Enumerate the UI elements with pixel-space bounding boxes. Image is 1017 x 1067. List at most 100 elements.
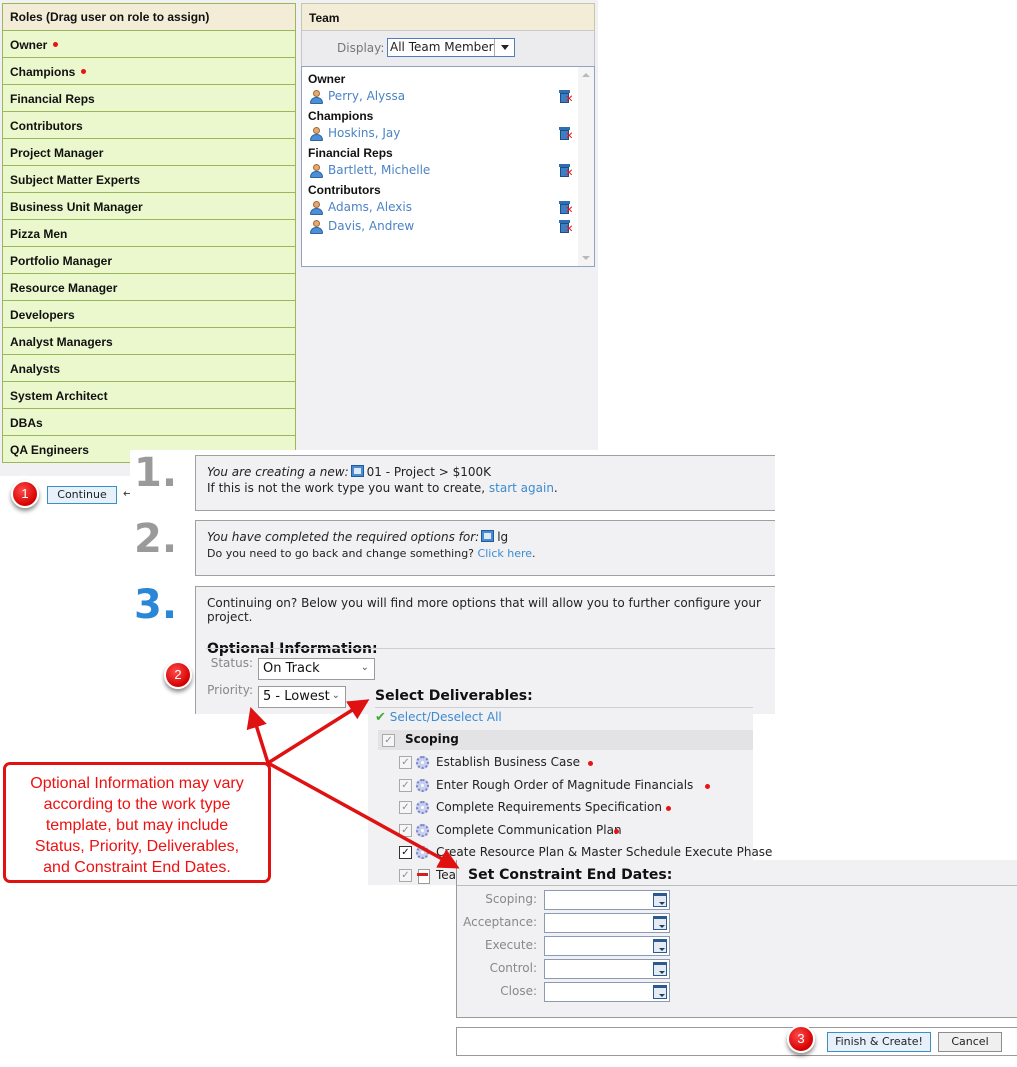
role-label: Pizza Men (10, 227, 68, 241)
divider (375, 707, 753, 708)
role-item[interactable]: Resource Manager (3, 274, 295, 301)
scroll-up-icon[interactable] (582, 73, 590, 77)
deliverable-item: ✓ Complete Requirements Specification (368, 798, 753, 820)
role-label: Analyst Managers (10, 335, 113, 349)
role-assignment-panel: Roles (Drag user on role to assign) Owne… (0, 0, 598, 476)
role-item[interactable]: DBAs (3, 409, 295, 436)
role-item[interactable]: Owner (3, 31, 295, 58)
calendar-icon[interactable] (653, 893, 667, 907)
role-label: Portfolio Manager (10, 254, 113, 268)
team-group-label: Owner (308, 72, 346, 86)
scrollbar[interactable] (578, 67, 594, 266)
optional-info-heading: Optional Information: (207, 641, 378, 657)
status-select[interactable]: On Track ⌄ (258, 658, 375, 680)
role-item[interactable]: Contributors (3, 112, 295, 139)
remove-member-icon[interactable]: ✕ (558, 89, 573, 105)
deliverable-checkbox[interactable]: ✓ (399, 756, 412, 769)
team-member-name[interactable]: Davis, Andrew (328, 219, 414, 233)
date-input[interactable] (544, 982, 670, 1002)
date-field-label: Close: (500, 984, 537, 998)
date-input[interactable] (544, 890, 670, 910)
date-input[interactable] (544, 913, 670, 933)
calendar-icon[interactable] (653, 939, 667, 953)
status-select-value: On Track (263, 661, 320, 676)
display-label: Display: (337, 41, 385, 55)
role-item[interactable]: System Architect (3, 382, 295, 409)
select-all-link[interactable]: ✔ Select/Deselect All (375, 710, 502, 725)
arrow-to-priority (246, 706, 270, 764)
role-label: Analysts (10, 362, 61, 376)
role-item[interactable]: Business Unit Manager (3, 193, 295, 220)
role-item[interactable]: Champions (3, 58, 295, 85)
remove-member-icon[interactable]: ✕ (558, 126, 573, 142)
team-header: Team (301, 3, 595, 31)
chevron-down-icon: ⌄ (331, 690, 340, 701)
finish-create-button[interactable]: Finish & Create! (827, 1032, 931, 1052)
team-group-label: Contributors (308, 183, 381, 197)
roles-list: Roles (Drag user on role to assign) Owne… (2, 3, 296, 463)
select-all-label[interactable]: Select/Deselect All (390, 710, 502, 724)
callout-line: template, but may include (45, 817, 229, 834)
deliverable-group-scoping: ✓ Scoping (378, 730, 753, 750)
team-member: Davis, Andrew ✕ (308, 218, 594, 237)
calendar-icon[interactable] (653, 985, 667, 999)
role-label: Champions (10, 65, 76, 79)
step1-line2: If this is not the work type you want to… (207, 481, 489, 495)
team-member-name[interactable]: Hoskins, Jay (328, 126, 400, 140)
constraint-dates-panel: Set Constraint End Dates: Scoping: Accept… (456, 860, 1017, 1018)
team-group-label: Financial Reps (308, 146, 393, 160)
step-number-2: 2. (134, 516, 178, 562)
group-label: Scoping (405, 732, 459, 746)
role-item[interactable]: Developers (3, 301, 295, 328)
role-item[interactable]: Portfolio Manager (3, 247, 295, 274)
team-member-name[interactable]: Adams, Alexis (328, 200, 412, 214)
required-indicator-icon (704, 783, 710, 789)
group-checkbox[interactable]: ✓ (382, 734, 395, 747)
remove-member-icon[interactable]: ✕ (558, 163, 573, 179)
step-number-1: 1. (134, 450, 178, 496)
start-again-link[interactable]: start again (489, 481, 554, 495)
required-indicator-icon (587, 761, 593, 766)
deliverable-checkbox[interactable]: ✓ (399, 801, 412, 814)
cancel-button[interactable]: Cancel (938, 1032, 1002, 1052)
team-member-list: Owner Perry, Alyssa ✕ Champions Hoskins, Jay… (301, 66, 595, 267)
checkmark-icon: ✔ (375, 710, 386, 725)
date-input[interactable] (544, 936, 670, 956)
deliverables-panel: Select Deliverables: ✔ Select/Deselect A… (368, 685, 772, 885)
team-group-label: Champions (308, 109, 374, 123)
deliverable-checkbox[interactable]: ✓ (399, 778, 412, 792)
role-item[interactable]: Analyst Managers (3, 328, 295, 355)
role-item[interactable]: Analysts (3, 355, 295, 382)
priority-select[interactable]: 5 - Lowest ⌄ (258, 686, 346, 708)
date-field-label: Control: (489, 961, 537, 975)
role-item[interactable]: Financial Reps (3, 85, 295, 112)
role-label: DBAs (10, 416, 43, 430)
step-badge-2: 2 (164, 661, 192, 689)
date-input[interactable] (544, 959, 670, 979)
scroll-down-icon[interactable] (582, 256, 590, 260)
user-icon (309, 127, 323, 141)
deliverable-checkbox[interactable]: ✓ (399, 846, 412, 859)
click-here-link[interactable]: Click here (478, 547, 533, 560)
role-item[interactable]: Pizza Men (3, 220, 295, 247)
team-member: Bartlett, Michelle ✕ (308, 162, 594, 181)
divider (457, 885, 1017, 886)
deliverable-checkbox[interactable]: ✓ (399, 823, 412, 837)
gear-icon (416, 756, 429, 769)
remove-member-icon[interactable]: ✕ (558, 200, 573, 216)
action-bar: Finish & Create! Cancel (456, 1027, 1017, 1056)
continue-button[interactable]: Continue (47, 486, 117, 504)
role-item[interactable]: Project Manager (3, 139, 295, 166)
calendar-icon[interactable] (653, 916, 667, 930)
display-select[interactable]: All Team Members (387, 38, 515, 57)
role-item[interactable]: Subject Matter Experts (3, 166, 295, 193)
step-badge-1: 1 (11, 480, 39, 508)
team-member-name[interactable]: Perry, Alyssa (328, 89, 405, 103)
chevron-down-icon[interactable] (494, 39, 514, 56)
calendar-icon[interactable] (653, 962, 667, 976)
team-member: Hoskins, Jay ✕ (308, 125, 594, 144)
step-1-box: You are creating a new: 01 - Project > $1… (195, 455, 775, 511)
remove-member-icon[interactable]: ✕ (558, 219, 573, 235)
deliverable-checkbox[interactable]: ✓ (399, 868, 412, 882)
team-member-name[interactable]: Bartlett, Michelle (328, 163, 430, 177)
